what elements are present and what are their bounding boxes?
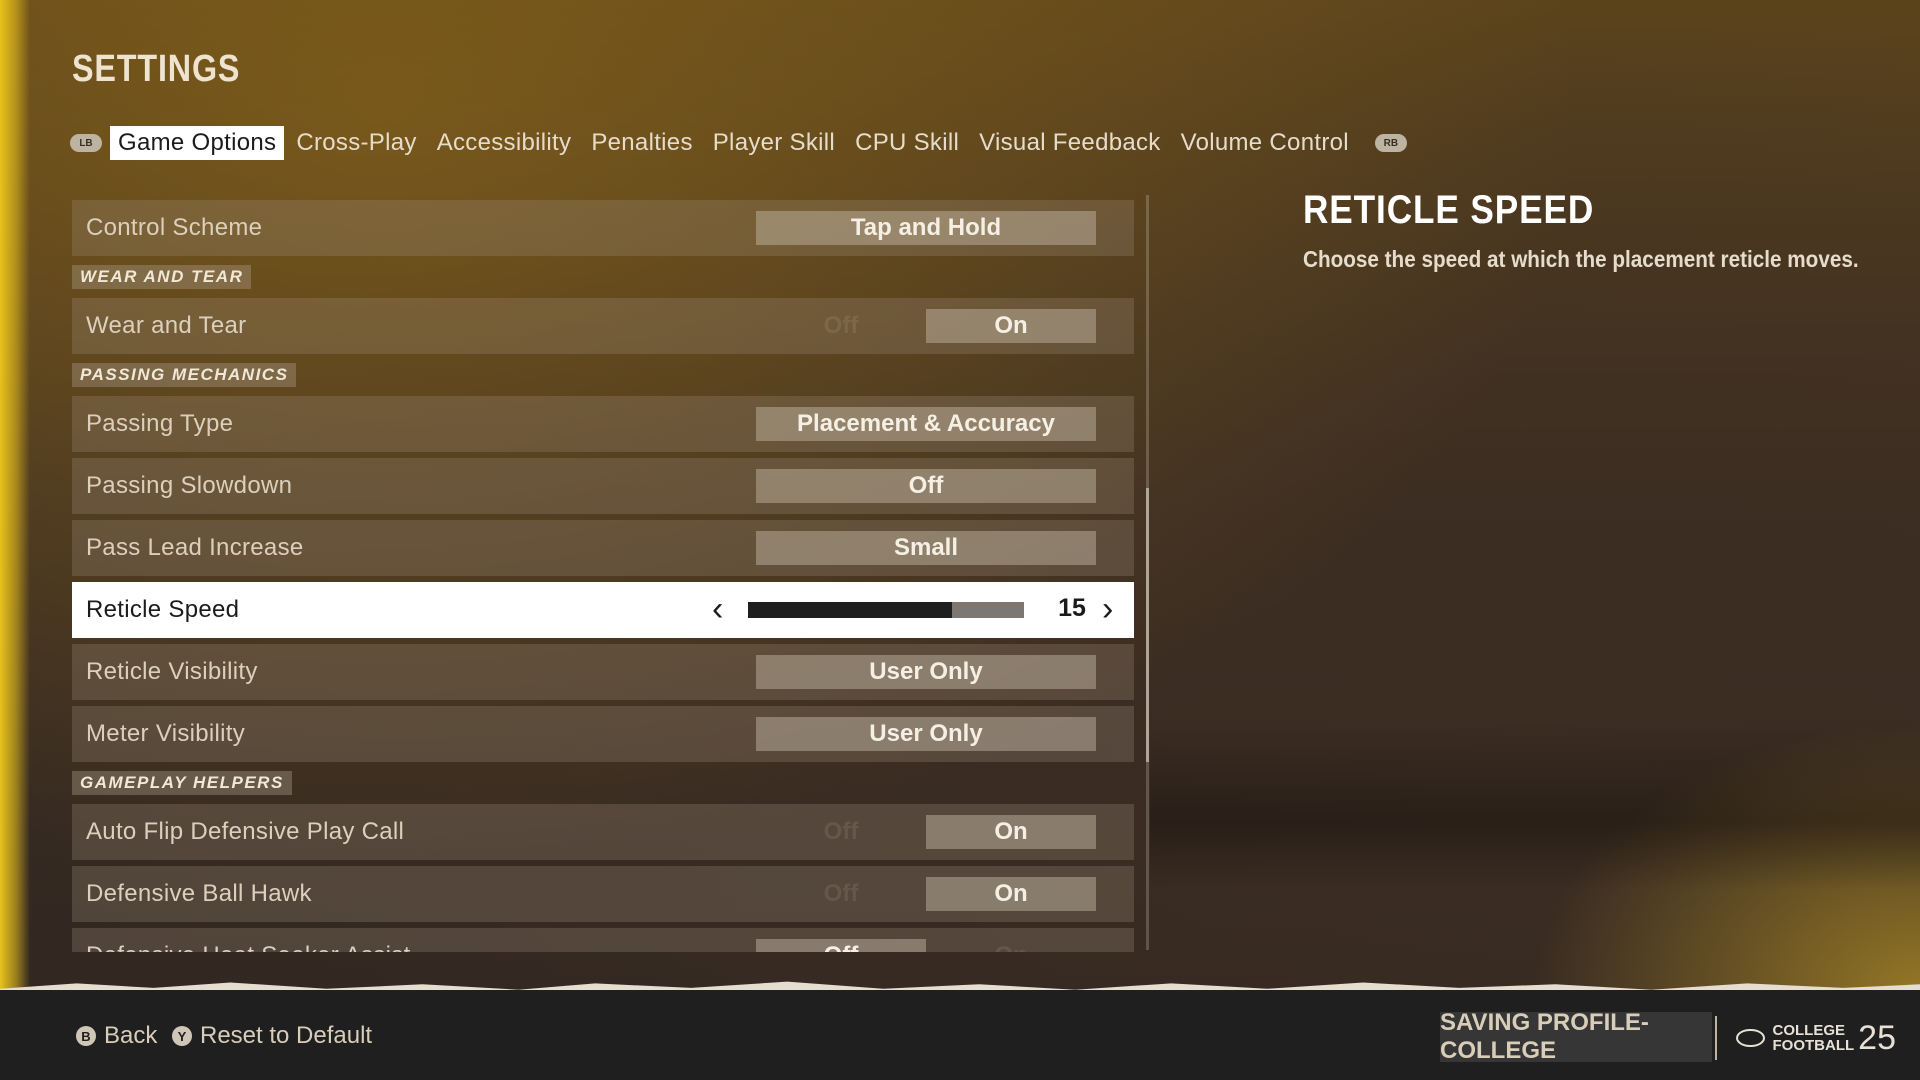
slider-value: 15 — [1058, 594, 1086, 622]
section-header-gameplay-helpers: GAMEPLAY HELPERS — [72, 768, 1134, 798]
setting-meter-visibility[interactable]: Meter Visibility User Only — [72, 706, 1134, 762]
reset-to-default-button[interactable]: Y Reset to Default — [172, 1022, 372, 1050]
detail-description: Choose the speed at which the placement … — [1303, 246, 1859, 272]
tab-game-options[interactable]: Game Options — [110, 126, 285, 160]
logo-line-college: COLLEGE — [1772, 1022, 1846, 1039]
reticle-speed-slider[interactable] — [748, 602, 1024, 618]
setting-auto-flip-defensive-play-call[interactable]: Auto Flip Defensive Play Call Off On — [72, 804, 1134, 860]
section-header-label: PASSING MECHANICS — [72, 363, 297, 387]
toggle-option-off[interactable]: Off — [756, 815, 926, 849]
tab-bar: LB Game Options Cross-Play Accessibility… — [70, 126, 1407, 160]
logo-number: 25 — [1858, 1018, 1896, 1057]
setting-pass-lead-increase[interactable]: Pass Lead Increase Small — [72, 520, 1134, 576]
setting-control-scheme[interactable]: Control Scheme Tap and Hold — [72, 200, 1134, 256]
section-header-label: WEAR AND TEAR — [72, 265, 252, 289]
football-icon — [1736, 1029, 1765, 1047]
back-label: Back — [104, 1022, 158, 1049]
setting-passing-type[interactable]: Passing Type Placement & Accuracy — [72, 396, 1134, 452]
background-yellow-edge — [0, 0, 30, 990]
section-header-label: GAMEPLAY HELPERS — [72, 771, 292, 795]
tab-visual-feedback[interactable]: Visual Feedback — [971, 126, 1169, 160]
tab-accessibility[interactable]: Accessibility — [429, 126, 580, 160]
toggle-option-on[interactable]: On — [926, 309, 1096, 343]
setting-label: Passing Slowdown — [86, 472, 293, 499]
setting-value[interactable]: User Only — [756, 717, 1096, 751]
setting-reticle-visibility[interactable]: Reticle Visibility User Only — [72, 644, 1134, 700]
tab-cpu-skill[interactable]: CPU Skill — [847, 126, 967, 160]
chevron-right-icon[interactable]: › — [1102, 590, 1113, 629]
setting-passing-slowdown[interactable]: Passing Slowdown Off — [72, 458, 1134, 514]
tab-cross-play[interactable]: Cross-Play — [288, 126, 424, 160]
y-button-icon: Y — [172, 1026, 192, 1046]
logo-words: COLLEGE FOOTBALL — [1773, 1023, 1855, 1053]
scrollbar-thumb[interactable] — [1146, 488, 1149, 762]
slider-fill — [748, 602, 953, 618]
setting-label: Defensive Heat Seeker Assist — [86, 942, 411, 952]
tab-player-skill[interactable]: Player Skill — [705, 126, 843, 160]
save-status-badge: SAVING PROFILE-COLLEGE — [1440, 1009, 1712, 1064]
setting-label: Passing Type — [86, 410, 234, 437]
footer-divider — [1715, 1016, 1717, 1060]
setting-label: Control Scheme — [86, 214, 263, 241]
setting-reticle-speed[interactable]: Reticle Speed ‹ 15 › — [72, 582, 1134, 638]
toggle-option-off[interactable]: Off — [756, 877, 926, 911]
lb-bumper-icon[interactable]: LB — [70, 134, 102, 152]
chevron-left-icon[interactable]: ‹ — [712, 590, 723, 629]
toggle-option-off[interactable]: Off — [756, 939, 926, 952]
detail-title: RETICLE SPEED — [1303, 188, 1595, 232]
setting-value[interactable]: Placement & Accuracy — [756, 407, 1096, 441]
back-button[interactable]: B Back — [76, 1022, 157, 1050]
setting-label: Reticle Speed — [86, 596, 240, 623]
setting-defensive-heat-seeker-assist[interactable]: Defensive Heat Seeker Assist Off On — [72, 928, 1134, 952]
section-header-passing-mechanics: PASSING MECHANICS — [72, 360, 1134, 390]
setting-label: Reticle Visibility — [86, 658, 258, 685]
setting-label: Defensive Ball Hawk — [86, 880, 312, 907]
setting-label: Wear and Tear — [86, 312, 247, 339]
setting-label: Meter Visibility — [86, 720, 246, 747]
toggle-option-on[interactable]: On — [926, 939, 1096, 952]
setting-value[interactable]: User Only — [756, 655, 1096, 689]
background-stadium — [1150, 720, 1920, 890]
logo-line-football: FOOTBALL — [1772, 1037, 1855, 1054]
college-football-logo: COLLEGE FOOTBALL 25 — [1736, 1018, 1896, 1058]
setting-value[interactable]: Off — [756, 469, 1096, 503]
tab-volume-control[interactable]: Volume Control — [1173, 126, 1357, 160]
toggle-option-on[interactable]: On — [926, 877, 1096, 911]
page-title: SETTINGS — [72, 48, 241, 90]
section-header-wear-and-tear: WEAR AND TEAR — [72, 262, 1134, 292]
rb-bumper-icon[interactable]: RB — [1374, 134, 1407, 152]
settings-scrollbar[interactable] — [1146, 195, 1149, 950]
tab-penalties[interactable]: Penalties — [583, 126, 700, 160]
setting-label: Auto Flip Defensive Play Call — [86, 818, 405, 845]
setting-wear-and-tear[interactable]: Wear and Tear Off On — [72, 298, 1134, 354]
toggle-option-off[interactable]: Off — [756, 309, 926, 343]
setting-label: Pass Lead Increase — [86, 534, 304, 561]
settings-list: Control Scheme Tap and Hold WEAR AND TEA… — [72, 200, 1134, 952]
b-button-icon: B — [76, 1026, 96, 1046]
setting-defensive-ball-hawk[interactable]: Defensive Ball Hawk Off On — [72, 866, 1134, 922]
reset-label: Reset to Default — [200, 1022, 373, 1049]
setting-value[interactable]: Tap and Hold — [756, 211, 1096, 245]
setting-value[interactable]: Small — [756, 531, 1096, 565]
toggle-option-on[interactable]: On — [926, 815, 1096, 849]
